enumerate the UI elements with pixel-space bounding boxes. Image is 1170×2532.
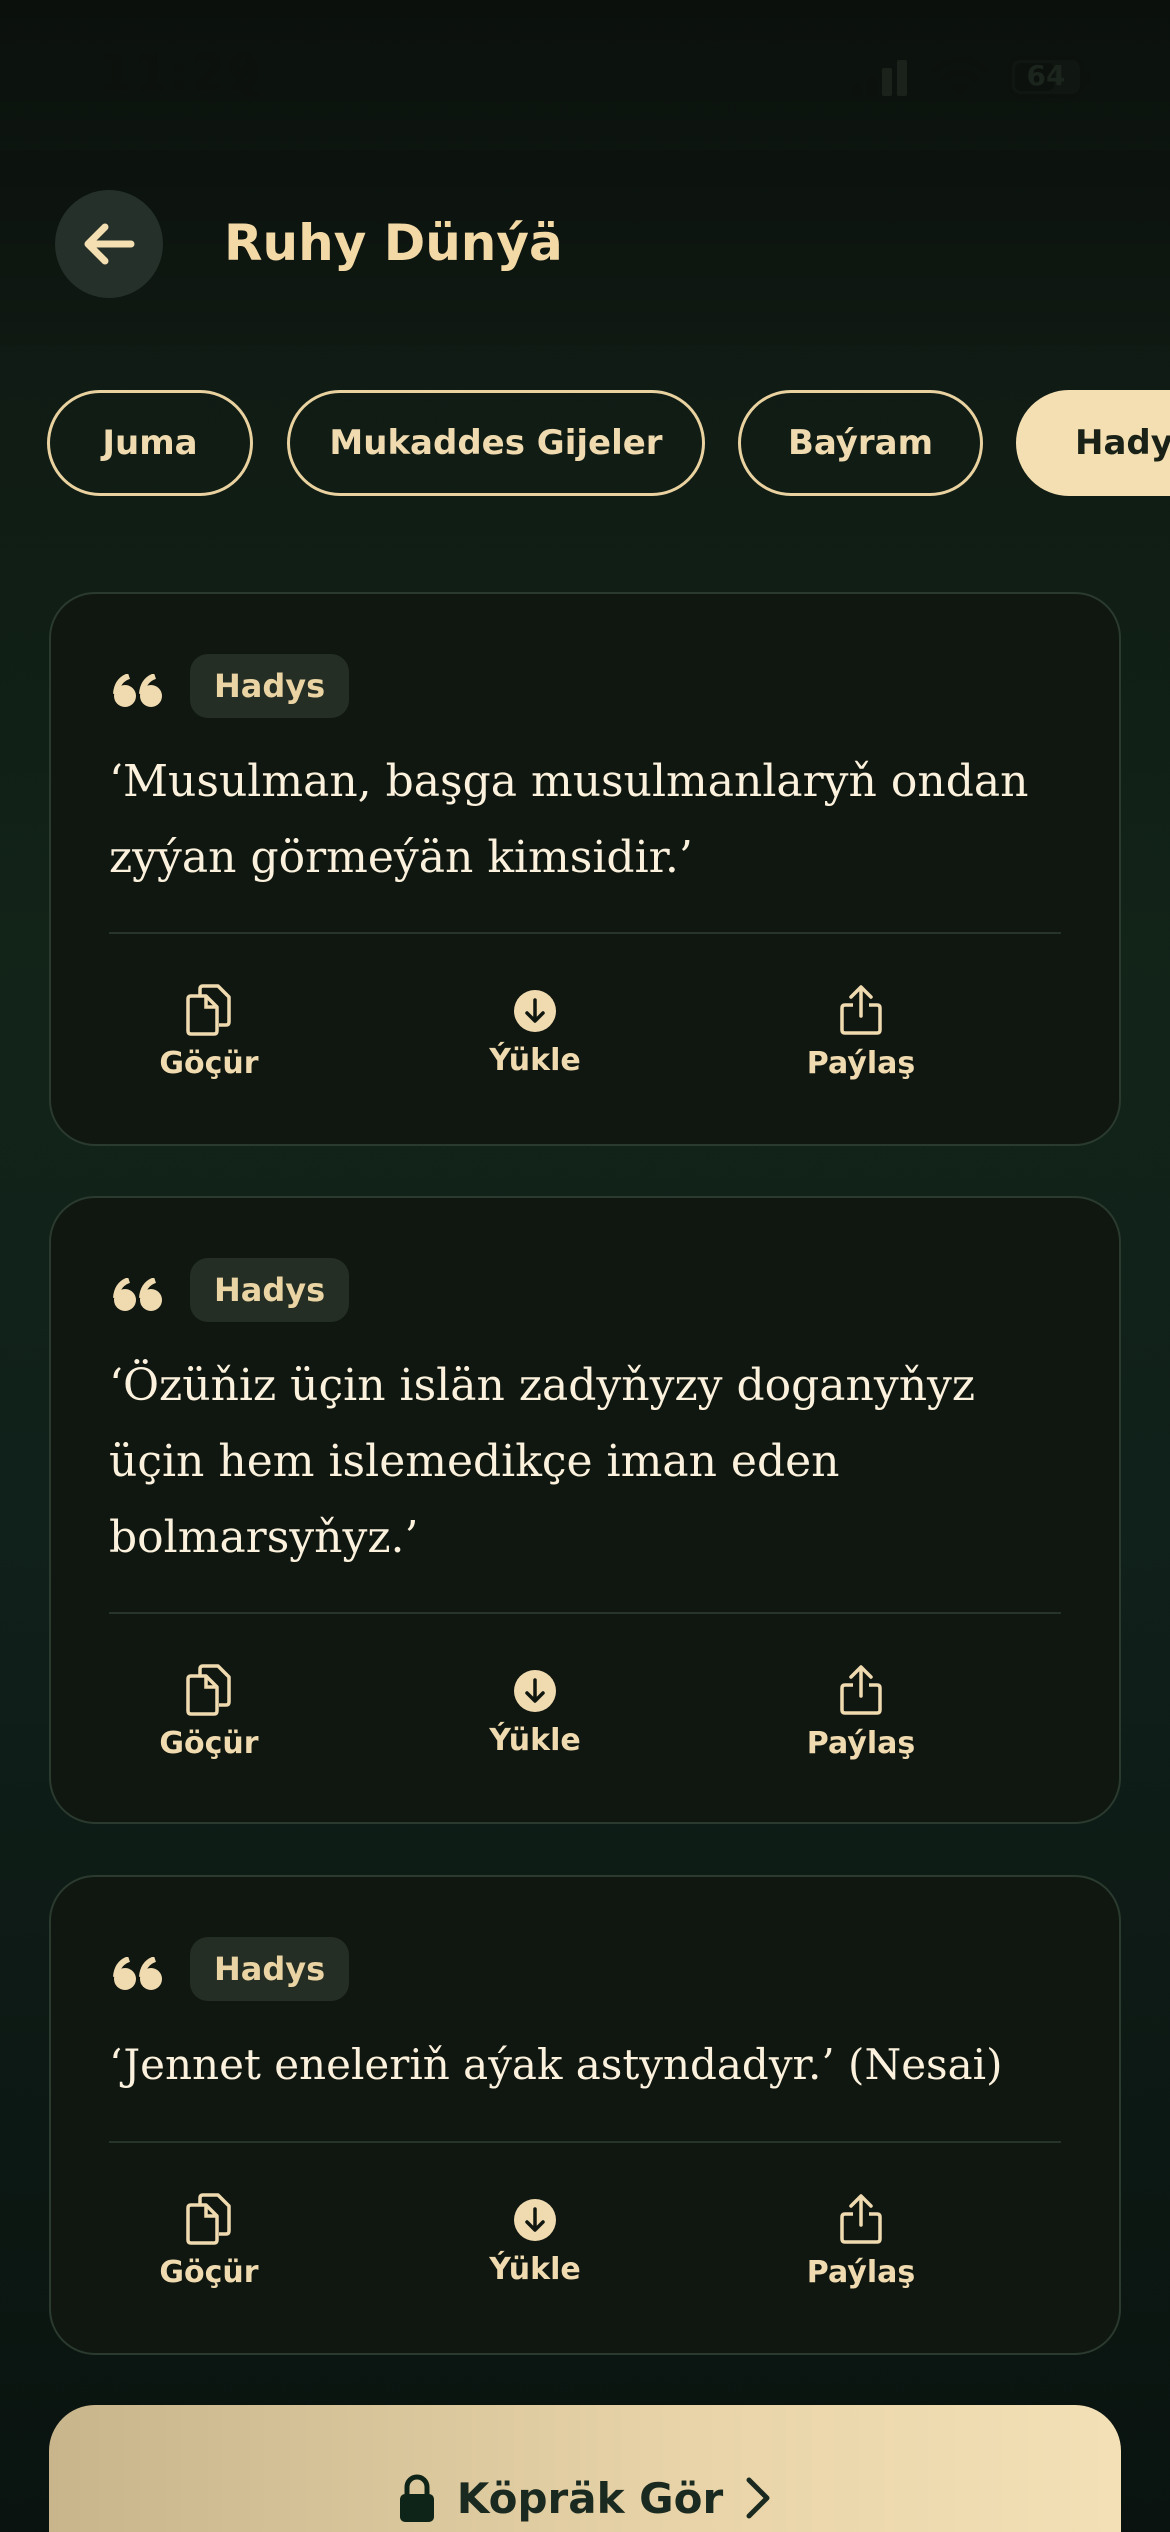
divider bbox=[109, 932, 1061, 934]
copy-icon bbox=[186, 2193, 231, 2245]
divider bbox=[109, 1612, 1061, 1614]
chip-bayram[interactable]: Baýram bbox=[738, 390, 983, 496]
copy-label: Göçür bbox=[159, 1046, 259, 1081]
share-label: Paýlaş bbox=[806, 1046, 916, 1081]
see-more-label: Köpräk Gör bbox=[456, 2473, 724, 2523]
page-title: Ruhy Dünýä bbox=[224, 214, 563, 272]
download-label: Ýükle bbox=[489, 1043, 581, 1078]
download-button[interactable]: Ýükle bbox=[435, 989, 635, 1078]
category-chips: Juma Mukaddes Gijeler Baýram Hadys bbox=[0, 390, 1170, 500]
wifi-icon bbox=[932, 56, 988, 96]
quote-icon bbox=[113, 1957, 162, 1990]
lock-icon bbox=[399, 2474, 434, 2522]
download-icon bbox=[514, 2199, 556, 2241]
hadith-text: ‘Jennet eneleriň aýak astyndadyr.’ (Nesa… bbox=[109, 2040, 1003, 2089]
copy-icon bbox=[186, 984, 231, 1036]
download-button[interactable]: Ýükle bbox=[435, 1669, 635, 1758]
divider bbox=[109, 2141, 1061, 2143]
chevron-right-icon bbox=[746, 2477, 770, 2519]
hadith-text: ‘Özüňiz üçin islän zadyňyzy doganyňyz üç… bbox=[109, 1360, 976, 1563]
share-label: Paýlaş bbox=[806, 1726, 916, 1761]
share-button[interactable]: Paýlaş bbox=[761, 1664, 961, 1761]
card-tag: Hadys bbox=[190, 1258, 350, 1322]
card-tag: Hadys bbox=[190, 1937, 350, 2001]
card-tag: Hadys bbox=[190, 654, 350, 718]
moon-icon bbox=[245, 58, 281, 94]
see-more-button[interactable]: Köpräk Gör bbox=[49, 2405, 1121, 2532]
chip-juma[interactable]: Juma bbox=[47, 390, 253, 496]
hadith-card: Hadys ‘Musulman, başga musulmanlaryň ond… bbox=[49, 592, 1121, 1146]
quote-icon bbox=[113, 674, 162, 707]
hadith-card: Hadys ‘Özüňiz üçin islän zadyňyzy dogany… bbox=[49, 1196, 1121, 1824]
share-button[interactable]: Paýlaş bbox=[761, 984, 961, 1081]
signal-icon bbox=[852, 60, 908, 96]
share-icon bbox=[840, 1665, 882, 1715]
status-time: 11:29 bbox=[98, 44, 263, 102]
download-icon bbox=[514, 990, 556, 1032]
copy-button[interactable]: Göçür bbox=[109, 1664, 309, 1761]
hadith-card: Hadys ‘Jennet eneleriň aýak astyndadyr.’… bbox=[49, 1875, 1121, 2355]
copy-button[interactable]: Göçür bbox=[109, 2193, 309, 2290]
battery-icon: 64 bbox=[1008, 56, 1091, 98]
copy-label: Göçür bbox=[159, 1726, 259, 1761]
arrow-left-icon bbox=[84, 223, 135, 265]
share-icon bbox=[840, 985, 882, 1035]
download-button[interactable]: Ýükle bbox=[435, 2198, 635, 2287]
share-button[interactable]: Paýlaş bbox=[761, 2193, 961, 2290]
share-label: Paýlaş bbox=[806, 2255, 916, 2290]
download-label: Ýükle bbox=[489, 2252, 581, 2287]
share-icon bbox=[840, 2194, 882, 2244]
status-bar: 11:29 64 bbox=[0, 0, 1170, 150]
download-icon bbox=[514, 1670, 556, 1712]
back-button[interactable] bbox=[55, 190, 163, 298]
copy-button[interactable]: Göçür bbox=[109, 984, 309, 1081]
header: Ruhy Dünýä bbox=[0, 150, 1170, 345]
quote-icon bbox=[113, 1278, 162, 1311]
copy-icon bbox=[186, 1664, 231, 1716]
chip-mukaddes-gijeler[interactable]: Mukaddes Gijeler bbox=[287, 390, 705, 496]
chip-hadys[interactable]: Hadys bbox=[1016, 390, 1170, 496]
battery-level: 64 bbox=[1026, 59, 1066, 92]
hadith-text: ‘Musulman, başga musulmanlaryň ondan zyý… bbox=[109, 756, 1029, 883]
copy-label: Göçür bbox=[159, 2255, 259, 2290]
download-label: Ýükle bbox=[489, 1723, 581, 1758]
